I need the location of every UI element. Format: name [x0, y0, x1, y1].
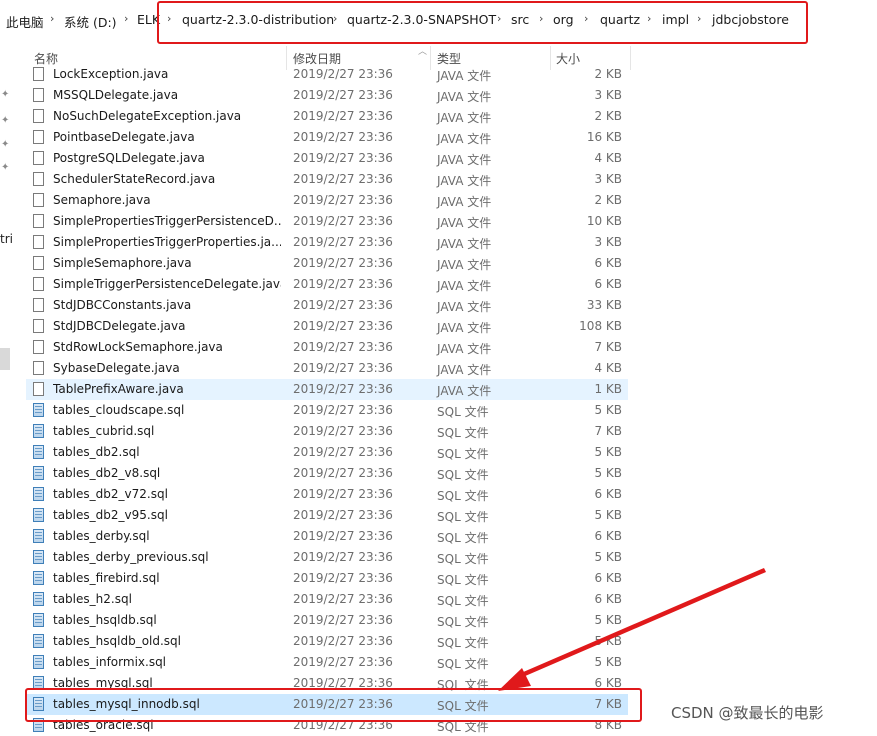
watermark: CSDN @致最长的电影	[671, 704, 824, 722]
annotation-arrow-shaft	[514, 568, 766, 680]
annotation-arrow	[498, 568, 766, 691]
